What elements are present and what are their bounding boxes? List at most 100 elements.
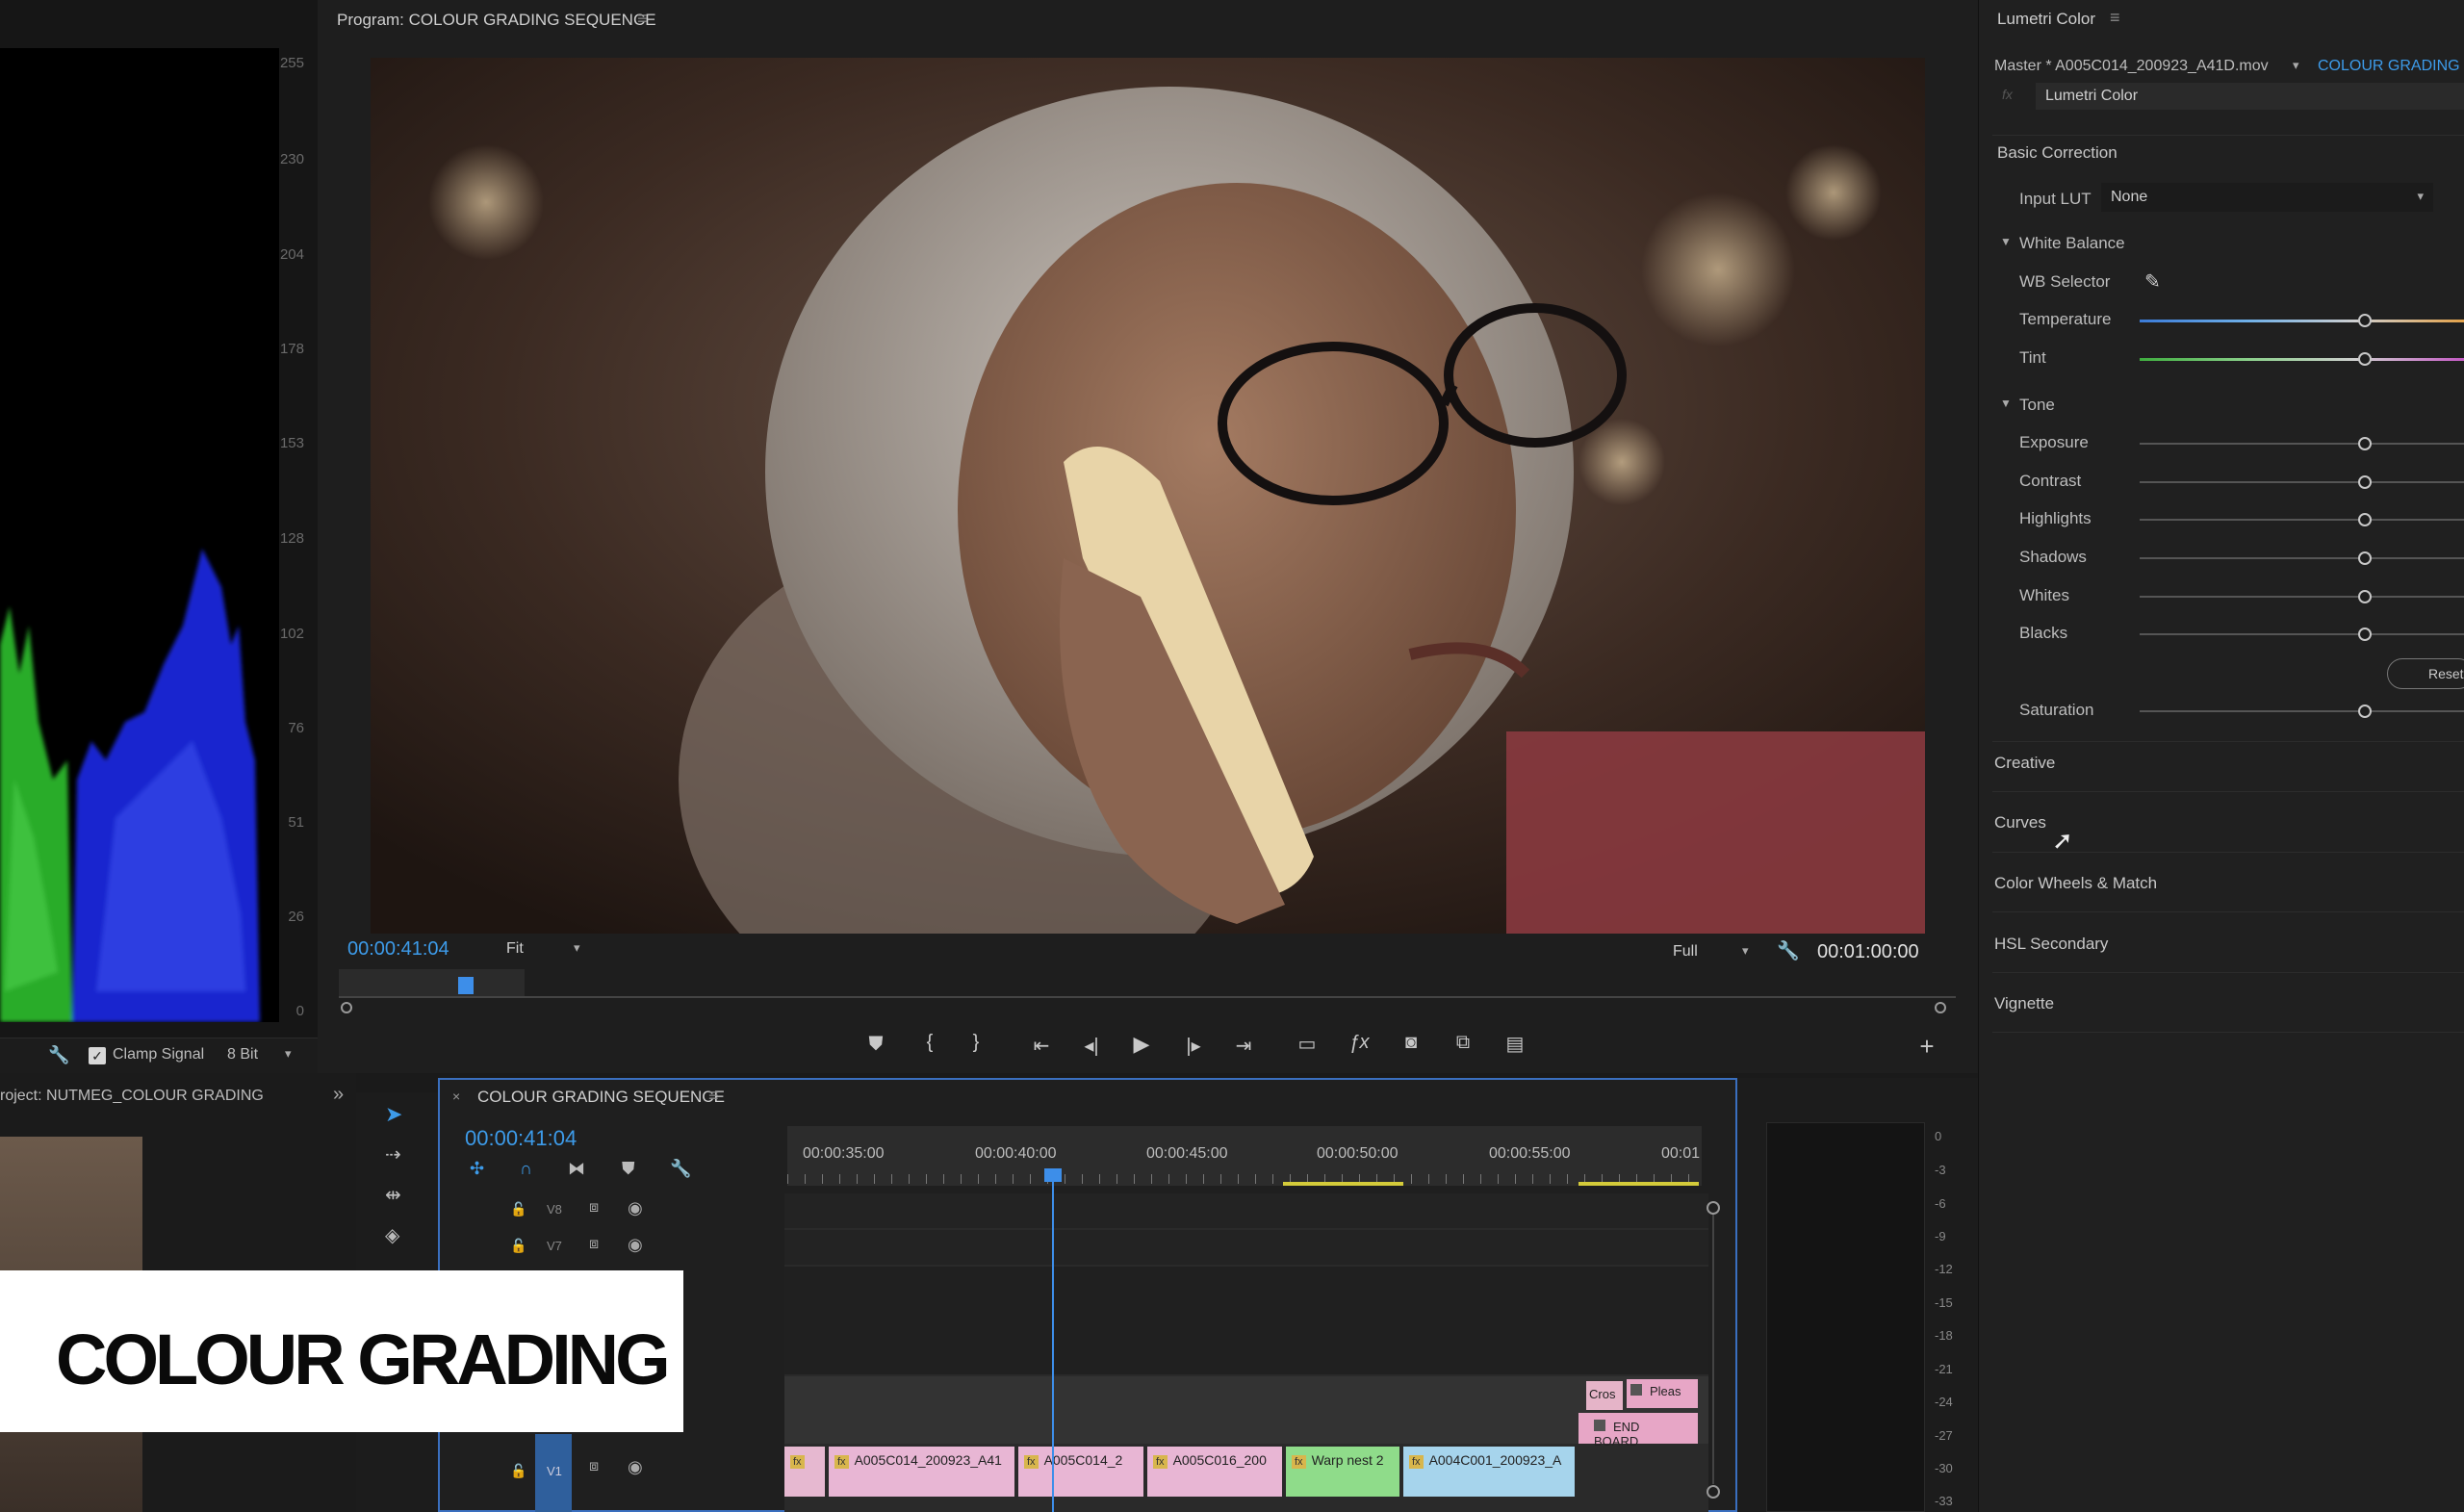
clamp-signal-checkbox[interactable]: ✓ bbox=[89, 1047, 106, 1064]
saturation-knob[interactable] bbox=[2358, 705, 2372, 718]
lock-icon[interactable]: 🔓 bbox=[510, 1238, 526, 1254]
zoom-handle-right[interactable] bbox=[1935, 1002, 1946, 1013]
chevron-down-icon[interactable]: ▾ bbox=[2293, 58, 2299, 73]
add-marker-icon[interactable]: ⛊ bbox=[622, 1159, 635, 1179]
master-clip-label[interactable]: Master * A005C014_200923_A41D.mov bbox=[1994, 58, 2269, 75]
program-time-ruler[interactable] bbox=[339, 969, 1956, 1013]
timeline-timecode[interactable]: 00:00:41:04 bbox=[465, 1126, 577, 1151]
mark-out-icon[interactable]: } bbox=[959, 1032, 993, 1054]
snap-magnet-icon[interactable]: ∩ bbox=[520, 1159, 532, 1179]
vertical-scrollbar[interactable] bbox=[1712, 1215, 1714, 1484]
scroll-handle-top[interactable] bbox=[1707, 1201, 1720, 1215]
tint-slider[interactable] bbox=[2140, 358, 2464, 361]
shadows-slider[interactable] bbox=[2140, 557, 2464, 559]
tint-knob[interactable] bbox=[2358, 352, 2372, 366]
razor-tool-icon[interactable]: ◈ bbox=[385, 1223, 399, 1247]
chevron-down-icon[interactable]: ▾ bbox=[285, 1046, 292, 1062]
ripple-edit-icon[interactable]: ⇹ bbox=[385, 1183, 401, 1207]
zoom-handle-left[interactable] bbox=[341, 1002, 352, 1013]
creative-header[interactable]: Creative bbox=[1994, 754, 2055, 773]
blacks-knob[interactable] bbox=[2358, 628, 2372, 641]
go-to-in-icon[interactable]: ⇤ bbox=[1024, 1034, 1059, 1058]
timeline-playhead[interactable] bbox=[1052, 1176, 1054, 1512]
sync-lock-icon[interactable]: ⧈ bbox=[589, 1236, 599, 1253]
color-wheels-header[interactable]: Color Wheels & Match bbox=[1994, 874, 2157, 893]
selection-tool-icon[interactable]: ➤ bbox=[385, 1102, 402, 1127]
track-select-icon[interactable]: ⇢ bbox=[385, 1142, 401, 1166]
clip[interactable]: fx Warp nest 2 bbox=[1286, 1447, 1399, 1497]
nest-icon[interactable]: ✣ bbox=[470, 1159, 484, 1179]
input-lut-dropdown[interactable]: None ▾ bbox=[2101, 183, 2433, 212]
scroll-handle-bottom[interactable] bbox=[1707, 1485, 1720, 1499]
bit-depth-dropdown[interactable]: 8 Bit bbox=[227, 1046, 258, 1064]
menu-icon[interactable]: ≡ bbox=[708, 1086, 719, 1106]
temperature-slider[interactable] bbox=[2140, 320, 2464, 322]
cross-dissolve-clip[interactable]: Cros bbox=[1586, 1381, 1623, 1410]
sync-lock-icon[interactable]: ⧈ bbox=[589, 1458, 599, 1475]
zoom-region[interactable] bbox=[339, 969, 525, 998]
reset-button[interactable]: Reset bbox=[2387, 658, 2464, 689]
track-empty[interactable] bbox=[784, 1267, 1708, 1374]
add-button-icon[interactable]: + bbox=[1910, 1032, 1944, 1062]
eyedropper-icon[interactable]: ✎ bbox=[2144, 269, 2161, 294]
fit-dropdown[interactable]: Fit bbox=[506, 940, 524, 958]
add-marker-icon[interactable]: ⛊ bbox=[859, 1034, 893, 1056]
tone-header[interactable]: Tone bbox=[2019, 396, 2055, 415]
wrench-icon[interactable]: 🔧 bbox=[1777, 939, 1800, 962]
exposure-knob[interactable] bbox=[2358, 437, 2372, 450]
contrast-slider[interactable] bbox=[2140, 481, 2464, 483]
clip[interactable]: fx A005C014_200923_A41 bbox=[829, 1447, 1014, 1497]
basic-correction-header[interactable]: Basic Correction bbox=[1997, 143, 2118, 163]
clip[interactable]: fx bbox=[784, 1447, 825, 1497]
linked-selection-icon[interactable]: ⧓ bbox=[568, 1159, 585, 1179]
track-v7[interactable] bbox=[784, 1230, 1708, 1265]
temperature-knob[interactable] bbox=[2358, 314, 2372, 327]
lock-icon[interactable]: 🔓 bbox=[510, 1463, 526, 1479]
play-icon[interactable]: ▶ bbox=[1124, 1032, 1159, 1057]
timeline-ruler[interactable]: 00:00:35:00 00:00:40:00 00:00:45:00 00:0… bbox=[787, 1126, 1702, 1186]
track-upper[interactable] bbox=[784, 1376, 1708, 1444]
menu-icon[interactable]: ≡ bbox=[637, 9, 648, 29]
exposure-slider[interactable] bbox=[2140, 443, 2464, 445]
highlights-knob[interactable] bbox=[2358, 513, 2372, 526]
wrench-icon[interactable]: 🔧 bbox=[670, 1159, 691, 1179]
step-back-icon[interactable]: ◂| bbox=[1074, 1034, 1109, 1058]
step-forward-icon[interactable]: |▸ bbox=[1176, 1034, 1211, 1058]
whites-knob[interactable] bbox=[2358, 590, 2372, 603]
white-balance-header[interactable]: White Balance bbox=[2019, 234, 2125, 253]
eye-icon[interactable]: ◉ bbox=[628, 1457, 643, 1477]
saturation-slider[interactable] bbox=[2140, 710, 2464, 712]
expand-panels-icon[interactable]: » bbox=[333, 1084, 344, 1106]
go-to-out-icon[interactable]: ⇥ bbox=[1226, 1034, 1261, 1058]
whites-slider[interactable] bbox=[2140, 596, 2464, 598]
chevron-down-icon[interactable]: ▼ bbox=[2000, 397, 2012, 410]
clip[interactable]: fx A005C014_2 bbox=[1018, 1447, 1143, 1497]
vignette-header[interactable]: Vignette bbox=[1994, 994, 2054, 1013]
please-clip[interactable]: Pleas bbox=[1627, 1379, 1698, 1408]
contrast-knob[interactable] bbox=[2358, 475, 2372, 489]
timeline-playhead-head[interactable] bbox=[1044, 1168, 1062, 1182]
chevron-down-icon[interactable]: ▾ bbox=[574, 940, 580, 956]
eye-icon[interactable]: ◉ bbox=[628, 1198, 643, 1218]
clip[interactable]: fx A004C001_200923_A bbox=[1403, 1447, 1575, 1497]
end-board-clip[interactable]: END BOARD bbox=[1578, 1413, 1698, 1448]
chevron-down-icon[interactable]: ▾ bbox=[1742, 943, 1749, 959]
lock-icon[interactable]: 🔓 bbox=[510, 1201, 526, 1217]
sequence-link[interactable]: COLOUR GRADING S bbox=[2318, 58, 2464, 75]
menu-icon[interactable]: ≡ bbox=[2110, 8, 2120, 28]
curves-header[interactable]: Curves bbox=[1994, 813, 2046, 833]
effect-selector[interactable]: Lumetri Color bbox=[2036, 83, 2464, 110]
clip[interactable]: fx A005C016_200 bbox=[1147, 1447, 1282, 1497]
blacks-slider[interactable] bbox=[2140, 633, 2464, 635]
playhead-marker[interactable] bbox=[458, 977, 474, 994]
quality-dropdown[interactable]: Full bbox=[1673, 943, 1698, 961]
multicam-icon[interactable]: ▤ bbox=[1498, 1032, 1532, 1056]
camera-icon[interactable]: ◙ bbox=[1394, 1032, 1428, 1054]
track-v8[interactable] bbox=[784, 1193, 1708, 1228]
highlights-slider[interactable] bbox=[2140, 519, 2464, 521]
fx-toggle-icon[interactable]: ƒx bbox=[1342, 1032, 1376, 1054]
chevron-down-icon[interactable]: ▼ bbox=[2000, 235, 2012, 248]
shadows-knob[interactable] bbox=[2358, 551, 2372, 565]
compare-view-icon[interactable]: ⧉ bbox=[1446, 1032, 1480, 1054]
hsl-secondary-header[interactable]: HSL Secondary bbox=[1994, 935, 2108, 954]
